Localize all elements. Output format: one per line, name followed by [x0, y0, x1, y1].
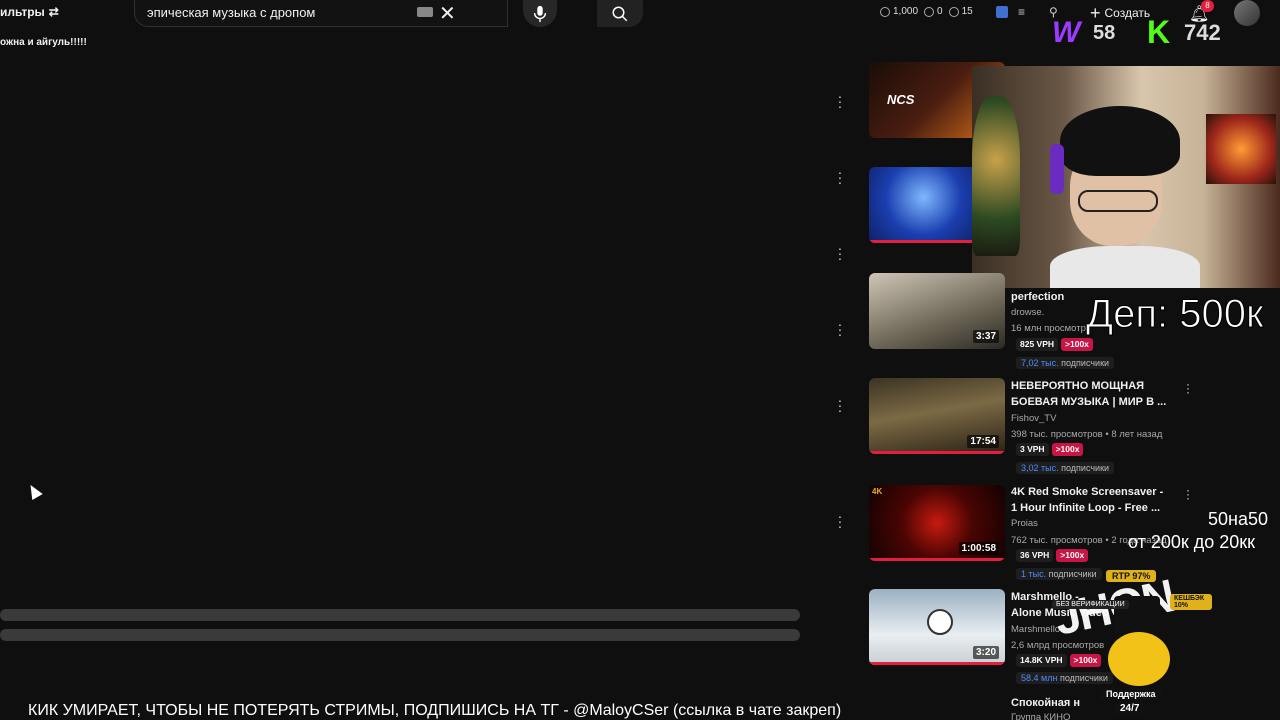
create-label: Создать	[1104, 6, 1151, 20]
search-input[interactable]: эпическая музыка с дропом	[147, 5, 315, 20]
video-title[interactable]: 4K Red Smoke Screensaver - 1 Hour Infini…	[1011, 484, 1171, 516]
w-logo-icon: W	[1052, 16, 1081, 49]
outlier-badge: >100x	[1061, 338, 1093, 351]
vph-stats: 36 VPH >100x	[1016, 549, 1089, 562]
video-channel[interactable]: drowse.	[1011, 307, 1044, 318]
mouse-cursor-icon	[25, 481, 43, 501]
video-thumbnail[interactable]: 3:20	[869, 589, 1005, 665]
voice-search-button[interactable]	[523, 0, 557, 27]
4k-badge-icon: 4K	[872, 487, 883, 496]
eye-icon	[948, 6, 959, 17]
clock-icon	[880, 6, 890, 17]
video-thumbnail[interactable]: 17:54	[869, 378, 1005, 454]
bet-split-label: 50на50	[1208, 509, 1268, 529]
vph-value: 36 VPH	[1016, 549, 1054, 562]
more-menu-icon[interactable]: · · ·	[834, 241, 846, 265]
studio-stats: 1,000 0 15	[880, 6, 973, 17]
rtp-badge: RTP 97%	[1106, 570, 1157, 582]
video-duration: 3:37	[972, 330, 999, 343]
kick-logo-icon: K	[1147, 14, 1171, 50]
notification-badge: 8	[1201, 0, 1214, 12]
streamer	[1050, 106, 1200, 288]
list-icon[interactable]: ≡	[1018, 5, 1025, 19]
subscribers-count: 1 тыс.	[1021, 569, 1047, 579]
mascot-graphic	[1108, 632, 1170, 686]
more-menu-icon[interactable]: · · ·	[834, 509, 846, 533]
watch-progress	[869, 662, 1005, 665]
video-meta: 16 млн просмотр	[1011, 323, 1086, 334]
subscribers-badge: 3,02 тыс. подписчики	[1016, 462, 1115, 474]
christmas-tree	[972, 96, 1020, 256]
stat-comments: 0	[937, 6, 943, 17]
video-channel[interactable]: Proias	[1011, 518, 1038, 529]
keyboard-icon[interactable]	[417, 7, 433, 17]
more-menu-icon[interactable]: · · ·	[1184, 484, 1192, 504]
bet-range-label: от 200к до 20кк	[1128, 532, 1256, 552]
placeholder-bar	[0, 609, 800, 621]
w-count: 58	[1093, 22, 1116, 44]
ticker-text: КИК УМИРАЕТ, ЧТОБЫ НЕ ПОТЕРЯТЬ СТРИМЫ, П…	[28, 702, 842, 719]
deposit-label: Деп: 500к	[1085, 292, 1264, 337]
subscribers-count: 3,02 тыс.	[1021, 463, 1059, 473]
webcam-overlay	[972, 66, 1280, 288]
outlier-badge: >100x	[1051, 443, 1084, 456]
ncs-logo-icon: NCS	[887, 92, 915, 107]
support-hours: 24/7	[1114, 702, 1146, 715]
filters-label: ильтры	[0, 5, 45, 19]
video-title[interactable]: НЕВЕРОЯТНО МОЩНАЯ БОЕВАЯ МУЗЫКА | МИР В …	[1011, 378, 1171, 410]
video-meta: 398 тыс. просмотров • 8 лет назад	[1011, 429, 1163, 440]
create-button[interactable]: + Создать	[1090, 2, 1150, 24]
subscribers-label: подписчики	[1061, 358, 1110, 368]
plus-icon: +	[1090, 2, 1101, 23]
video-thumbnail[interactable]: 3:37	[869, 273, 1005, 349]
stat-likes: 15	[961, 6, 973, 17]
vph-value: 3 VPH	[1016, 443, 1049, 456]
filters-button[interactable]: ильтры ⇄	[0, 5, 59, 19]
headset-icon	[1050, 144, 1064, 194]
watch-progress	[869, 558, 1005, 561]
cashback-badge: КЕШБЭК 10%	[1170, 594, 1212, 610]
vph-stats: 825 VPH >100x	[1016, 338, 1093, 351]
sliders-icon: ⇄	[48, 5, 59, 19]
video-channel[interactable]: Fishov_TV	[1011, 413, 1056, 424]
verification-badge: БЕЗ ВЕРИФИКАЦИИ	[1052, 600, 1129, 609]
search-button[interactable]	[597, 0, 643, 27]
subscribers-badge: 7,02 тыс. подписчики	[1016, 357, 1115, 369]
video-duration: 17:54	[967, 435, 999, 448]
more-menu-icon[interactable]: · · ·	[834, 317, 846, 341]
subscribers-count: 7,02 тыс.	[1021, 358, 1059, 368]
more-menu-icon[interactable]: · · ·	[1184, 378, 1192, 398]
more-menu-icon[interactable]: · · ·	[834, 393, 846, 417]
avatar[interactable]	[1234, 0, 1260, 26]
microphone-icon	[533, 5, 547, 22]
outlier-badge: >100x	[1056, 549, 1089, 562]
channel-note: ожна и айгуль!!!!!	[0, 37, 87, 48]
more-menu-icon[interactable]: · · ·	[834, 165, 846, 189]
close-icon[interactable]: ✕	[439, 1, 456, 26]
subscribers-label: подписчики	[1061, 463, 1110, 473]
vph-value: 825 VPH	[1016, 338, 1059, 351]
vph-stats: 3 VPH >100x	[1016, 443, 1084, 456]
search-icon	[612, 6, 628, 21]
search-box[interactable]: эпическая музыка с дропом ✕	[134, 0, 643, 27]
video-duration: 1:00:58	[958, 542, 999, 555]
support-badge: Поддержка	[1100, 688, 1162, 700]
video-thumbnail[interactable]: 4K 1:00:58	[869, 485, 1005, 561]
watch-progress	[869, 451, 1005, 454]
more-menu-icon[interactable]: · · ·	[834, 89, 846, 113]
comment-icon	[924, 6, 935, 17]
marshmello-head	[927, 609, 953, 635]
k-count: 742	[1184, 20, 1221, 45]
video-duration: 3:20	[972, 646, 999, 659]
fireplace-tv	[1206, 114, 1276, 184]
stat-views: 1,000	[893, 6, 919, 17]
casino-promo: JHON RTP 97% КЕШБЭК 10% БЕЗ ВЕРИФИКАЦИИ …	[1050, 566, 1212, 718]
placeholder-bar	[0, 629, 800, 641]
extension-icon[interactable]	[996, 6, 1008, 18]
